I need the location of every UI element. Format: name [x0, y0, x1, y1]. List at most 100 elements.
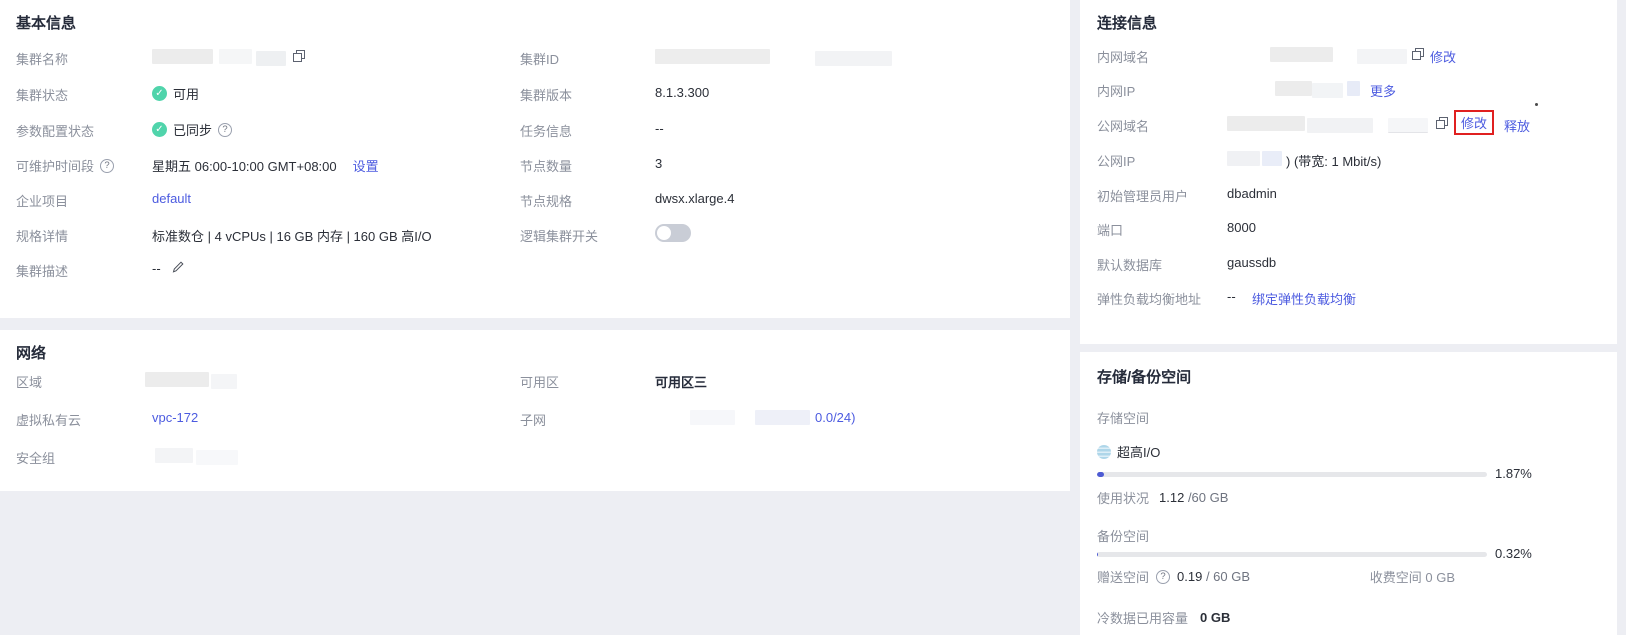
vpc-label: 虚拟私有云: [16, 413, 82, 428]
help-icon[interactable]: ?: [1156, 569, 1171, 584]
storage-title: 存储/备份空间: [1097, 369, 1192, 386]
public-ip-bandwidth: ) (带宽: 1 Mbit/s): [1286, 154, 1382, 169]
free-space-total: / 60 GB: [1202, 569, 1251, 584]
annotation-highlight-box: 修改: [1454, 110, 1495, 135]
maintenance-label: 可维护时间段 ?: [16, 156, 115, 175]
subnet-link[interactable]: 0.0/24): [815, 410, 855, 425]
basic-info-title: 基本信息: [16, 15, 77, 32]
redacted-public-ip: [1227, 151, 1260, 166]
storage-usage-bar-fill: [1097, 472, 1105, 477]
cold-data-label: 冷数据已用容量: [1097, 611, 1189, 626]
version-label: 集群版本: [520, 88, 573, 103]
edit-pencil-icon[interactable]: [171, 260, 185, 277]
version-value: 8.1.3.300: [655, 85, 710, 100]
region-label: 区域: [16, 375, 43, 390]
task-info-label: 任务信息: [520, 124, 573, 139]
usage-status-label: 使用状况: [1097, 491, 1150, 506]
usage-total: /60 GB: [1184, 490, 1229, 505]
private-ip-label: 内网IP: [1097, 84, 1136, 99]
network-title: 网络: [16, 345, 47, 362]
vpc-link[interactable]: vpc-172: [152, 410, 198, 425]
node-spec-label: 节点规格: [520, 194, 573, 209]
copy-icon[interactable]: [1411, 47, 1425, 64]
az-value: 可用区三: [655, 375, 708, 390]
redacted-cluster-name: [256, 51, 286, 66]
port-value: 8000: [1227, 220, 1256, 235]
connection-info-card: 连接信息 内网域名 修改 内网IP 更多 公网域名 修改 释放 公网IP ) (…: [1080, 0, 1617, 344]
cold-data-row: 冷数据已用容量 0 GB: [1097, 608, 1230, 627]
cluster-status-label: 集群状态: [16, 88, 69, 103]
redacted-private-ip: [1312, 83, 1343, 98]
charged-space-label: 收费空间 0 GB: [1369, 570, 1455, 585]
redacted-public-domain: [1307, 118, 1373, 133]
backup-usage-percent: 0.32%: [1495, 546, 1532, 561]
maintenance-set-link[interactable]: 设置: [353, 156, 379, 175]
redacted-public-domain: [1388, 118, 1428, 133]
redacted-private-ip: [1347, 81, 1360, 96]
basic-info-card: 基本信息 集群名称 集群状态 ✓ 可用 参数配置状态 ✓ 已同步 ? 可维护时间…: [0, 0, 1070, 318]
bind-elb-link[interactable]: 绑定弹性负载均衡: [1252, 289, 1356, 308]
redacted-cluster-id: [655, 49, 770, 64]
elb-label: 弹性负载均衡地址: [1097, 292, 1202, 307]
param-status-label: 参数配置状态: [16, 124, 95, 139]
redacted-public-ip: [1262, 151, 1282, 166]
redacted-public-domain: [1227, 116, 1305, 131]
disk-type-icon: [1097, 444, 1111, 459]
default-db-label: 默认数据库: [1097, 258, 1163, 273]
cluster-name-label: 集群名称: [16, 52, 69, 67]
backup-usage-bar-fill: [1097, 552, 1099, 557]
connection-title: 连接信息: [1097, 15, 1158, 32]
screenshot-dot-artifact: [1535, 103, 1538, 106]
node-spec-value: dwsx.xlarge.4: [655, 191, 735, 206]
param-status-value: ✓ 已同步 ?: [152, 120, 233, 139]
toggle-knob: [657, 226, 671, 240]
admin-user-value: dbadmin: [1227, 186, 1277, 201]
logical-cluster-switch-label: 逻辑集群开关: [520, 229, 599, 244]
private-domain-label: 内网域名: [1097, 50, 1150, 65]
node-count-value: 3: [655, 156, 663, 171]
subnet-label: 子网: [520, 413, 547, 428]
free-space-value: 0.19: [1177, 569, 1203, 584]
spec-value: 标准数仓 | 4 vCPUs | 16 GB 内存 | 160 GB 高I/O: [152, 229, 432, 244]
copy-icon[interactable]: [292, 49, 306, 66]
copy-icon[interactable]: [1435, 116, 1449, 133]
description-value: --: [152, 260, 185, 277]
disk-type-value: 超高I/O: [1117, 445, 1161, 460]
redacted-region: [145, 372, 209, 387]
redacted-subnet: [755, 410, 810, 425]
redacted-private-domain: [1357, 49, 1407, 64]
help-icon[interactable]: ?: [100, 158, 115, 173]
enterprise-project-link[interactable]: default: [152, 191, 191, 206]
status-check-icon: ✓: [152, 86, 167, 101]
free-space-label: 赠送空间: [1097, 570, 1150, 585]
redacted-cluster-id: [815, 51, 892, 66]
admin-user-label: 初始管理员用户: [1097, 189, 1189, 204]
node-count-label: 节点数量: [520, 159, 573, 174]
network-card: 网络 区域 虚拟私有云 vpc-172 安全组 可用区 可用区三 子网 0.0/…: [0, 330, 1070, 491]
maintenance-value: 星期五 06:00-10:00 GMT+08:00 设置: [152, 156, 379, 175]
storage-backup-card: 存储/备份空间 存储空间 超高I/O 1.87% 使用状况 1.12 /60 G…: [1080, 352, 1617, 635]
help-icon[interactable]: ?: [218, 122, 233, 137]
private-domain-modify-link[interactable]: 修改: [1430, 47, 1456, 66]
backup-space-label: 备份空间: [1097, 529, 1150, 544]
cluster-status-value: ✓ 可用: [152, 84, 199, 103]
public-domain-modify-link[interactable]: 修改: [1461, 116, 1487, 131]
redacted-subnet: [690, 410, 735, 425]
description-label: 集群描述: [16, 264, 69, 279]
az-label: 可用区: [520, 375, 560, 390]
free-space-row: 赠送空间 ? 0.19 / 60 GB: [1097, 567, 1250, 586]
task-info-value: --: [655, 121, 664, 136]
cold-data-value: 0 GB: [1200, 610, 1231, 625]
security-group-label: 安全组: [16, 451, 56, 466]
private-ip-more-link[interactable]: 更多: [1370, 81, 1396, 100]
storage-usage-percent: 1.87%: [1495, 466, 1532, 481]
redacted-private-domain: [1270, 47, 1333, 62]
elb-value: --: [1227, 289, 1236, 304]
status-check-icon: ✓: [152, 122, 167, 137]
public-domain-label: 公网域名: [1097, 119, 1150, 134]
redacted-security-group: [155, 448, 193, 463]
logical-cluster-toggle[interactable]: [655, 224, 691, 242]
redacted-security-group: [196, 450, 238, 465]
usage-status-row: 使用状况 1.12 /60 GB: [1097, 488, 1228, 507]
public-domain-release-link[interactable]: 释放: [1504, 116, 1530, 135]
